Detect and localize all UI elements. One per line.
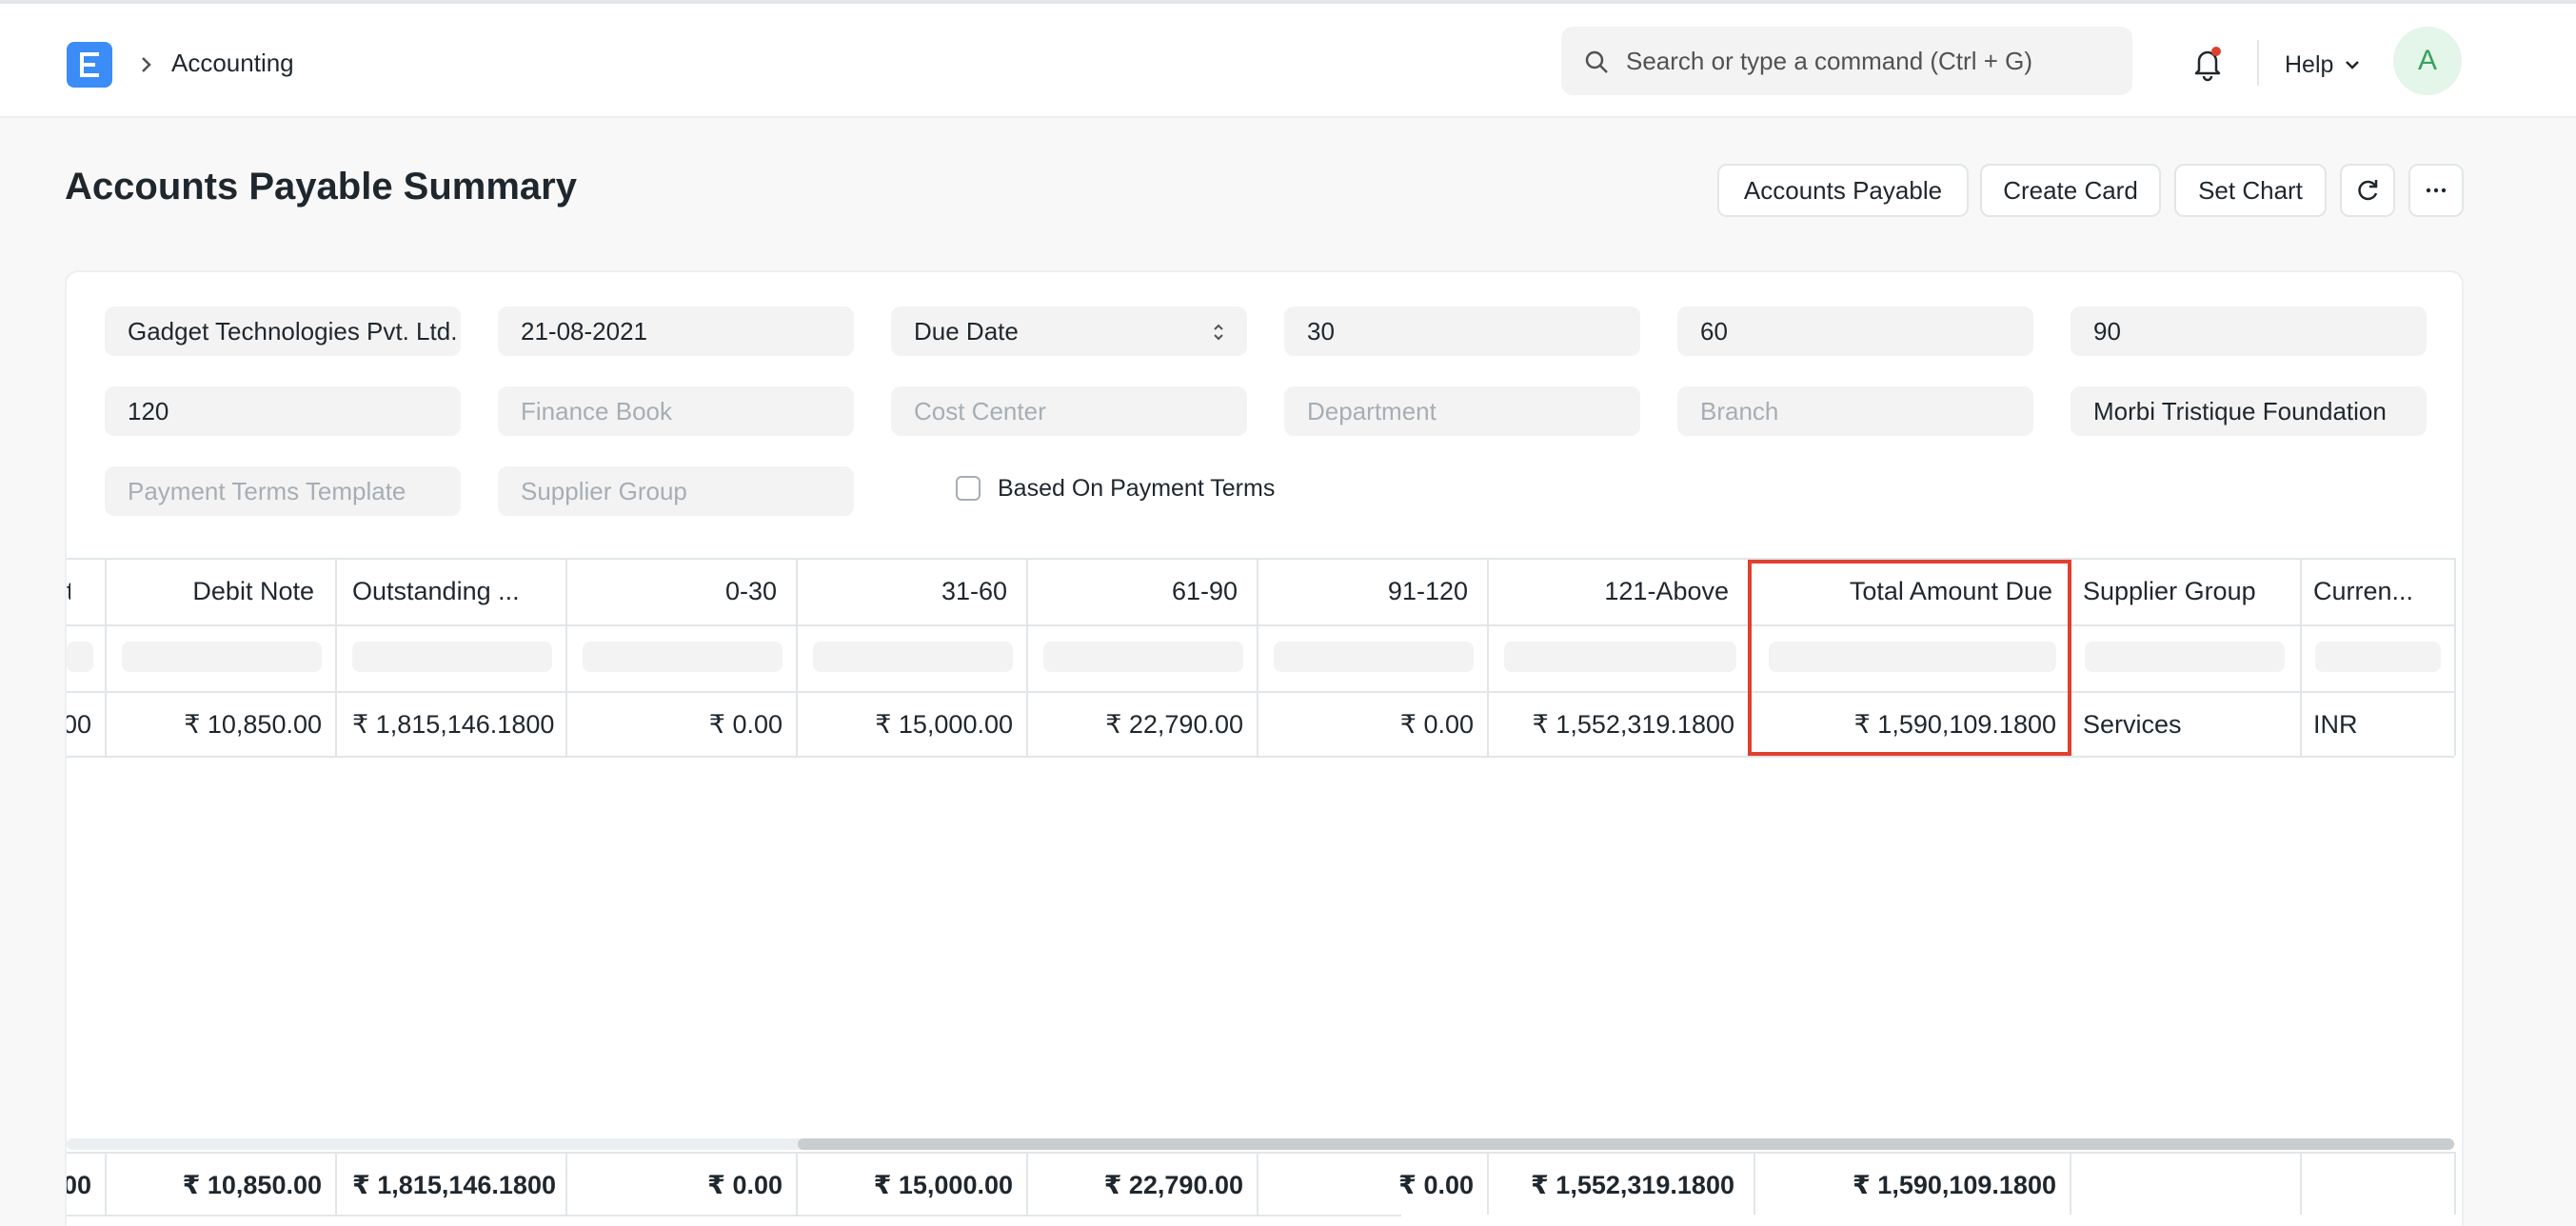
- range4-filter[interactable]: 120: [105, 386, 461, 436]
- more-options-button[interactable]: [2408, 164, 2464, 217]
- help-menu[interactable]: Help: [2285, 46, 2333, 84]
- column-header-91-120[interactable]: 91-120: [1258, 560, 1468, 623]
- total-cell-outstanding: ₹ 1,815,146.1800: [352, 1171, 556, 1199]
- column-filter-input[interactable]: [1274, 642, 1474, 672]
- col-divider: [2300, 1152, 2302, 1215]
- column-header-0-30[interactable]: 0-30: [567, 560, 777, 623]
- horizontal-scrollbar-thumb[interactable]: [798, 1138, 2454, 1150]
- total-cell-0-30: ₹ 0.00: [707, 1171, 783, 1199]
- department-filter[interactable]: Department: [1284, 386, 1640, 436]
- column-header-outstanding[interactable]: Outstanding ...: [352, 560, 552, 623]
- column-header-31-60[interactable]: 31-60: [798, 560, 1007, 623]
- table-cell-121-above[interactable]: ₹ 1,552,319.1800: [1489, 693, 1734, 756]
- branch-filter[interactable]: Branch: [1677, 386, 2033, 436]
- table-cell-31-60[interactable]: ₹ 15,000.00: [798, 693, 1013, 756]
- navbar: Accounting Help A: [0, 4, 2576, 118]
- column-filter-input[interactable]: [2315, 642, 2441, 672]
- breadcrumb-accounting[interactable]: Accounting: [171, 44, 294, 82]
- search-bar[interactable]: [1561, 27, 2132, 95]
- table-cell-outstanding[interactable]: ₹ 1,815,146.1800: [352, 693, 565, 756]
- column-header-121-above[interactable]: 121-Above: [1489, 560, 1729, 623]
- total-cell: .00: [65, 1171, 91, 1199]
- user-avatar[interactable]: A: [2393, 27, 2462, 95]
- table-cell-debit-note[interactable]: ₹ 10,850.00: [107, 693, 322, 756]
- column-filter-input[interactable]: [1043, 642, 1243, 672]
- column-filter-input[interactable]: [1504, 642, 1736, 672]
- finance-book-filter[interactable]: Finance Book: [498, 386, 854, 436]
- supplier-filter[interactable]: Morbi Tristique Foundation: [2071, 386, 2427, 436]
- refresh-button[interactable]: [2340, 164, 2395, 217]
- table-cell-91-120[interactable]: ₹ 0.00: [1258, 693, 1474, 756]
- col-divider: [335, 1152, 337, 1215]
- column-filter-input[interactable]: [352, 642, 552, 672]
- total-cell-121-above: ₹ 1,552,319.1800: [1531, 1171, 1734, 1199]
- chevron-down-icon[interactable]: [2344, 59, 2361, 70]
- column-header-supplier-group[interactable]: Supplier Group: [2083, 560, 2292, 623]
- table-cell[interactable]: .00: [67, 693, 91, 756]
- column-header-debit-note[interactable]: Debit Note: [107, 560, 314, 623]
- column-filter-input[interactable]: [813, 642, 1013, 672]
- payment-terms-template-filter[interactable]: Payment Terms Template: [105, 466, 461, 516]
- col-divider: [2454, 1152, 2456, 1215]
- cost-center-filter[interactable]: Cost Center: [891, 386, 1247, 436]
- col-divider: [2300, 558, 2302, 756]
- report-datatable: t Debit Note Outstanding ... 0-30 31-60 …: [65, 558, 2462, 1224]
- ageing-based-on-select[interactable]: Due Date: [891, 306, 1247, 356]
- table-cell-supplier-group[interactable]: Services: [2083, 693, 2292, 756]
- table-border-header: [67, 624, 2454, 626]
- set-chart-button[interactable]: Set Chart: [2174, 164, 2327, 217]
- column-filter-input[interactable]: [583, 642, 783, 672]
- range1-filter[interactable]: 30: [1284, 306, 1640, 356]
- column-filter-input[interactable]: [2085, 642, 2285, 672]
- based-on-payment-terms-checkbox[interactable]: [956, 476, 981, 501]
- company-filter[interactable]: Gadget Technologies Pvt. Ltd.: [105, 306, 461, 356]
- navbar-divider: [2257, 40, 2259, 86]
- total-amount-due-highlight: [1748, 560, 2071, 756]
- search-icon: [1585, 50, 1608, 73]
- chevron-right-icon: [142, 57, 151, 72]
- report-date-filter[interactable]: 21-08-2021: [498, 306, 854, 356]
- total-cell-91-120: ₹ 0.00: [1398, 1171, 1474, 1199]
- table-cell-currency[interactable]: INR: [2313, 693, 2452, 756]
- erpnext-logo-icon: [80, 52, 99, 77]
- report-card: Gadget Technologies Pvt. Ltd. 21-08-2021…: [65, 270, 2464, 1226]
- table-cell-61-90[interactable]: ₹ 22,790.00: [1028, 693, 1243, 756]
- page-title: Accounts Payable Summary: [65, 166, 577, 208]
- ellipsis-icon: [2426, 188, 2447, 193]
- table-cell-0-30[interactable]: ₹ 0.00: [567, 693, 783, 756]
- col-divider: [335, 558, 337, 756]
- ageing-based-on-value: Due Date: [914, 317, 1019, 346]
- column-header-61-90[interactable]: 61-90: [1028, 560, 1238, 623]
- col-divider: [2454, 558, 2456, 756]
- based-on-payment-terms-label: Based On Payment Terms: [998, 475, 1276, 502]
- total-cell-debit-note: ₹ 10,850.00: [182, 1171, 322, 1199]
- column-header-currency[interactable]: Curren...: [2313, 560, 2452, 623]
- total-cell-total-amount-due: ₹ 1,590,109.1800: [1853, 1171, 2056, 1199]
- total-cell-61-90: ₹ 22,790.00: [1103, 1171, 1243, 1199]
- range2-filter[interactable]: 60: [1677, 306, 2033, 356]
- refresh-icon: [2358, 180, 2378, 201]
- supplier-group-filter[interactable]: Supplier Group: [498, 466, 854, 516]
- search-input[interactable]: [1626, 27, 2121, 95]
- column-header[interactable]: t: [67, 560, 70, 623]
- accounts-payable-button[interactable]: Accounts Payable: [1717, 164, 1969, 217]
- table-border-row: [67, 756, 2454, 758]
- total-cell-31-60: ₹ 15,000.00: [873, 1171, 1013, 1199]
- col-divider: [2070, 1152, 2071, 1215]
- app-logo[interactable]: [67, 42, 112, 88]
- column-filter-input[interactable]: [122, 642, 322, 672]
- select-arrows-icon: [1214, 324, 1223, 341]
- range3-filter[interactable]: 90: [2071, 306, 2427, 356]
- notification-bell-icon[interactable]: [2191, 46, 2224, 82]
- create-card-button[interactable]: Create Card: [1980, 164, 2161, 217]
- column-filter-input[interactable]: [67, 642, 93, 672]
